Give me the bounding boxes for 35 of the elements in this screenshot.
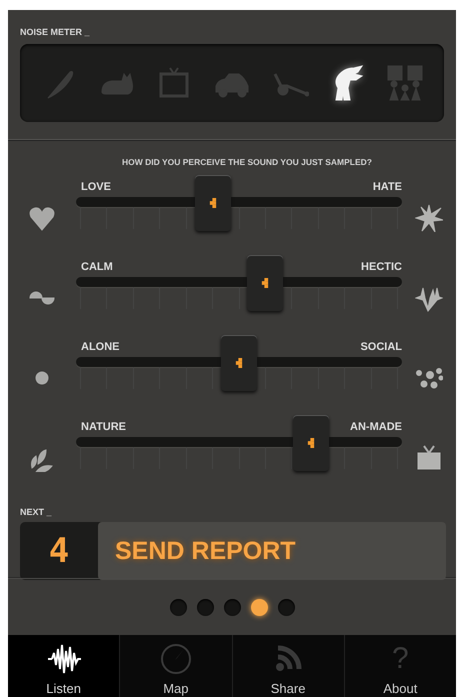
- dotted-arrow-icon: [260, 278, 270, 288]
- slider-label: ALONE: [81, 341, 120, 353]
- tv-icon: [415, 444, 443, 472]
- slider-thumb[interactable]: [194, 175, 231, 231]
- crowd-icon[interactable]: [386, 64, 424, 102]
- question-text: HOW DID YOU PERCEIVE THE SOUND YOU JUST SAMPLED?: [121, 157, 373, 167]
- dotted-arrow-icon: [234, 358, 244, 368]
- tab[interactable]: Map: [119, 635, 232, 697]
- step-number: 4: [48, 530, 70, 573]
- slider-label: AN-MADE: [350, 421, 402, 433]
- section-label: NEXT _: [20, 507, 53, 517]
- question-mark-icon: ?: [392, 643, 409, 675]
- page-dot[interactable]: [224, 598, 240, 616]
- slider-label: LOVE: [81, 181, 111, 193]
- slider-thumb[interactable]: [292, 415, 329, 471]
- slider-label: CALM: [81, 261, 113, 273]
- slider-thumb[interactable]: [247, 255, 284, 311]
- starburst-icon: [415, 204, 443, 232]
- slider-label: NATURE: [81, 421, 126, 433]
- tab[interactable]: Share: [232, 635, 344, 697]
- tab[interactable]: ? About: [344, 635, 456, 697]
- page-dot[interactable]: [278, 598, 294, 616]
- tab[interactable]: Listen: [8, 635, 120, 697]
- page-dot[interactable]: [170, 598, 186, 616]
- page-dot[interactable]: [250, 598, 268, 616]
- page-dot[interactable]: [196, 598, 214, 616]
- dotted-arrow-icon: [306, 438, 316, 448]
- slider-label: SOCIAL: [360, 341, 402, 353]
- waveform-icon: [46, 643, 82, 675]
- send-report-button[interactable]: SEND REPORT: [98, 522, 446, 580]
- slider-label: HATE: [372, 181, 402, 193]
- slider-label: HECTIC: [361, 261, 402, 273]
- dotted-arrow-icon: [208, 198, 218, 208]
- section-label: NOISE METER _: [20, 27, 91, 37]
- slider-thumb[interactable]: [221, 335, 257, 391]
